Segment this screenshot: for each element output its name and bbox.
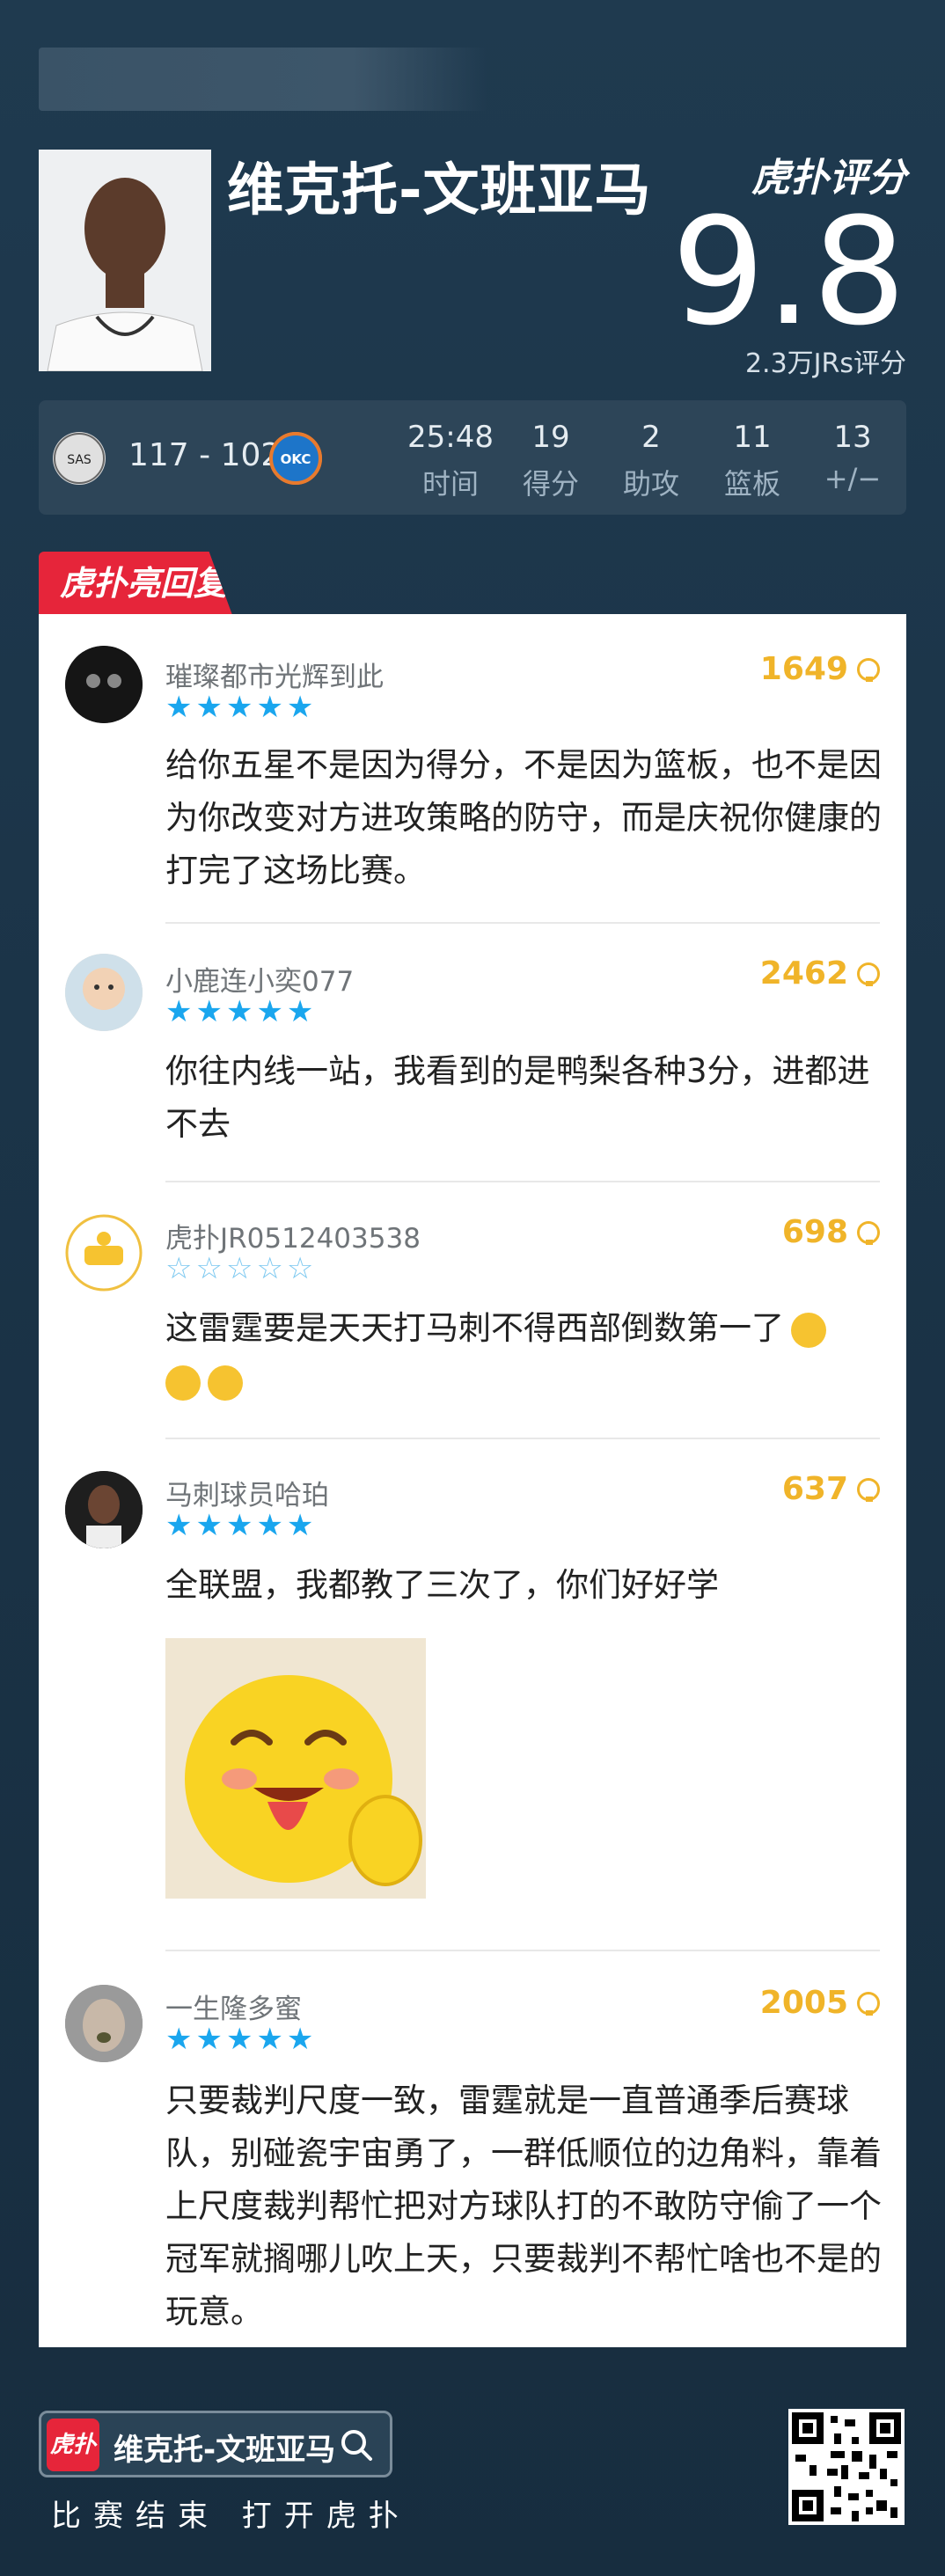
comment-text: 全联盟，我都教了三次了，你们好好学	[165, 1566, 719, 1604]
user-avatar[interactable]	[65, 1985, 143, 2062]
username[interactable]: 虎扑JR0512403538	[165, 1216, 421, 1255]
comment-text: 你往内线一站，我看到的是鸭梨各种3分，进都进不去	[165, 1052, 870, 1143]
lightbulb-icon	[857, 1220, 880, 1245]
stat-rebounds: 11 篮板	[723, 420, 780, 501]
star-rating: ★★★★★	[165, 2022, 318, 2057]
divider	[165, 1950, 880, 1951]
emoji-sticker-image[interactable]	[165, 1638, 426, 1899]
star-rating: ★★★★★	[165, 1508, 318, 1543]
user-avatar[interactable]	[65, 954, 143, 1031]
player-photo	[39, 150, 211, 371]
rating-score: 9.8	[670, 186, 906, 358]
username[interactable]: 一生隆多蜜	[165, 1987, 302, 2026]
star-rating: ★★★★★	[165, 690, 318, 725]
laugh-cry-emoji-icon	[791, 1312, 826, 1348]
stat-assists: 2 助攻	[622, 420, 679, 501]
stat-plus-minus: 13 +/−	[824, 420, 882, 495]
vote-count: 2.3万JRs评分	[744, 348, 906, 379]
star-rating: ★★★★★	[165, 994, 318, 1029]
like-count[interactable]: 1649	[760, 651, 880, 687]
comment-text: 给你五星不是因为得分，不是因为篮板，也不是因为你改变对方进攻策略的防守，而是庆祝…	[165, 746, 882, 889]
username[interactable]: 马刺球员哈珀	[165, 1473, 329, 1512]
user-avatar[interactable]	[65, 646, 143, 723]
laugh-cry-emoji-icon	[208, 1365, 243, 1401]
user-avatar[interactable]	[65, 1471, 143, 1548]
hupu-logo: 虎扑	[47, 2419, 99, 2471]
final-score: 117 - 102	[128, 437, 282, 473]
comment-text: 只要裁判尺度一致，雷霆就是一直普通季后赛球队，别碰瓷宇宙勇了，一群低顺位的边角料…	[165, 2082, 882, 2331]
away-team-abbr: OKC	[281, 451, 311, 467]
like-count[interactable]: 2005	[760, 1985, 880, 2021]
comment-text: 这雷霆要是天天打马刺不得西部倒数第一了	[165, 1309, 784, 1347]
stat-points: 19 得分	[522, 420, 579, 501]
like-count[interactable]: 698	[782, 1214, 880, 1250]
thunder-logo-icon: OKC	[269, 432, 322, 485]
star-rating: ☆☆☆☆☆	[165, 1251, 318, 1286]
qr-code[interactable]	[788, 2409, 905, 2525]
game-stats-bar: SAS 117 - 102 OKC 25:48 时间 19 得分 2 助攻 11 篮板 …	[39, 400, 906, 515]
search-text: 维克托-文班亚马	[114, 2433, 336, 2468]
footer-cta: 比赛结束 打开虎扑	[51, 2499, 411, 2534]
like-count[interactable]: 2462	[760, 955, 880, 992]
lightbulb-icon	[857, 657, 880, 682]
divider	[165, 1438, 880, 1439]
divider	[165, 922, 880, 924]
search-icon[interactable]	[339, 2427, 374, 2466]
comments-card: 璀璨都市光辉到此 ★★★★★ 1649 给你五星不是因为得分，不是因为篮板，也不…	[39, 614, 906, 2347]
lightbulb-icon	[857, 1991, 880, 2016]
player-name: 维克托-文班亚马	[227, 158, 652, 223]
search-bar[interactable]: 虎扑 维克托-文班亚马	[39, 2411, 392, 2477]
like-count[interactable]: 637	[782, 1471, 880, 1507]
divider	[165, 1181, 880, 1182]
comment-text-block: 这雷霆要是天天打马刺不得西部倒数第一了	[165, 1302, 887, 1408]
lightbulb-icon	[857, 962, 880, 986]
stat-minutes: 25:48 时间	[407, 420, 494, 501]
lightbulb-icon	[857, 1477, 880, 1502]
spurs-logo-icon: SAS	[53, 432, 106, 485]
laugh-cry-emoji-icon	[165, 1365, 201, 1401]
highlight-replies-tag: 虎扑亮回复	[39, 552, 232, 615]
username[interactable]: 小鹿连小奕077	[165, 959, 354, 999]
user-avatar[interactable]	[65, 1214, 143, 1292]
home-team-abbr: SAS	[67, 453, 92, 467]
blurred-header-bar	[39, 48, 487, 111]
username[interactable]: 璀璨都市光辉到此	[165, 655, 384, 694]
